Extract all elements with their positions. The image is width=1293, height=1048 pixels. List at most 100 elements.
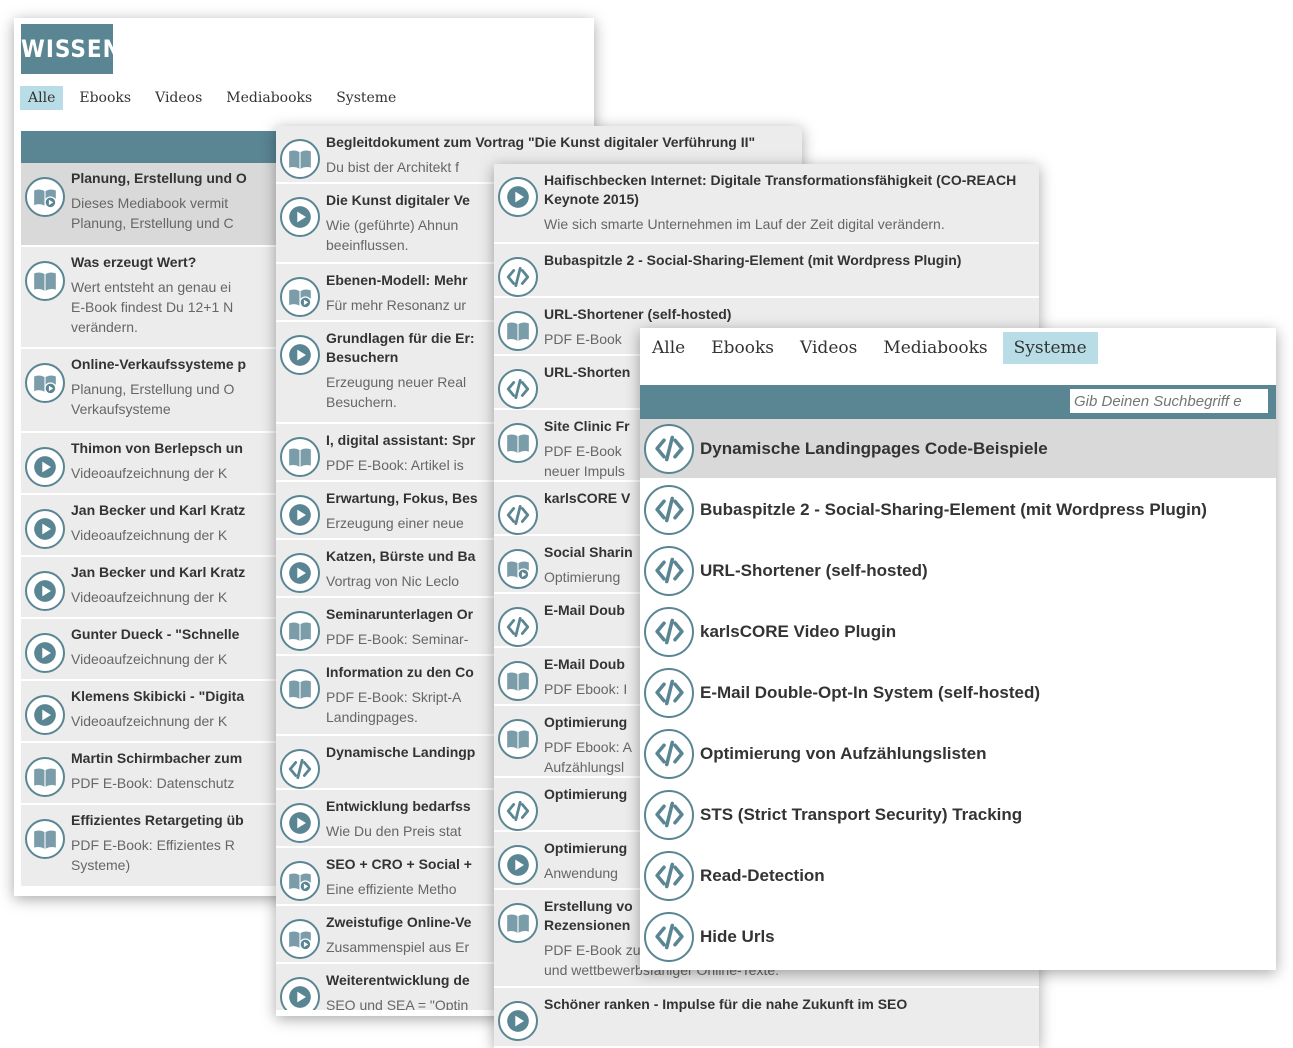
result-list: Dynamische Landingpages Code-Beispiele Bu…	[640, 419, 1276, 968]
item-title: E-Mail Double-Opt-In System (self-hosted…	[700, 683, 1041, 702]
tab-systeme[interactable]: Systeme	[328, 86, 404, 110]
code-icon	[644, 545, 694, 596]
book-icon	[25, 261, 65, 301]
play-icon	[25, 509, 65, 549]
tab-ebooks[interactable]: Ebooks	[71, 86, 139, 110]
list-item[interactable]: Dynamische Landingpages Code-Beispiele	[640, 419, 1276, 480]
tab-mediabooks[interactable]: Mediabooks	[218, 86, 320, 110]
list-item[interactable]: Bubaspitzle 2 - Social-Sharing-Element (…	[494, 244, 1039, 298]
mediabook-icon	[280, 861, 320, 901]
tab-alle[interactable]: Alle	[641, 332, 696, 364]
play-icon	[498, 177, 538, 217]
item-text: Optimierung von Aufzählungslisten	[700, 742, 1276, 765]
list-item[interactable]: E-Mail Double-Opt-In System (self-hosted…	[640, 663, 1276, 724]
book-icon	[25, 819, 65, 859]
mediabook-icon	[280, 919, 320, 959]
play-icon	[25, 447, 65, 487]
book-icon	[280, 139, 320, 179]
item-title: Bubaspitzle 2 - Social-Sharing-Element (…	[700, 500, 1207, 519]
list-item[interactable]: karlsCORE Video Plugin	[640, 602, 1276, 663]
item-title: Schöner ranken - Impulse für die nahe Zu…	[544, 996, 908, 1012]
code-icon	[498, 791, 538, 831]
mediabook-icon	[498, 549, 538, 589]
play-icon	[498, 845, 538, 885]
mediabook-icon	[25, 363, 65, 403]
list-item[interactable]: Bubaspitzle 2 - Social-Sharing-Element (…	[640, 480, 1276, 541]
code-icon	[280, 749, 320, 789]
book-icon	[280, 669, 320, 709]
code-icon	[644, 667, 694, 718]
item-text: karlsCORE Video Plugin	[700, 620, 1276, 643]
tab-alle[interactable]: Alle	[20, 86, 64, 110]
list-item[interactable]: Optimierung von Aufzählungslisten	[640, 724, 1276, 785]
code-icon	[644, 911, 694, 962]
mediabook-icon	[25, 177, 65, 217]
item-text: Hide Urls	[700, 925, 1276, 948]
wissen-logo[interactable]: WISSEN	[21, 24, 121, 74]
item-text: E-Mail Double-Opt-In System (self-hosted…	[700, 681, 1276, 704]
code-icon	[498, 607, 538, 647]
play-icon	[25, 571, 65, 611]
book-icon	[498, 903, 538, 943]
tab-mediabooks[interactable]: Mediabooks	[872, 332, 998, 364]
code-icon	[498, 369, 538, 409]
play-icon	[280, 803, 320, 843]
item-title: Hide Urls	[700, 927, 775, 946]
book-icon	[280, 437, 320, 477]
item-text: Bubaspitzle 2 - Social-Sharing-Element (…	[544, 251, 1039, 270]
tab-systeme[interactable]: Systeme	[1002, 332, 1098, 364]
list-item[interactable]: Read-Detection	[640, 846, 1276, 907]
tab-ebooks[interactable]: Ebooks	[700, 332, 785, 364]
list-item[interactable]: Haifischbecken Internet: Digitale Transf…	[494, 164, 1039, 244]
code-icon	[644, 484, 694, 535]
list-item[interactable]: Hide Urls	[640, 907, 1276, 968]
filter-tabs: Alle Ebooks Videos Mediabooks Systeme	[641, 332, 1102, 364]
item-text: Dynamische Landingpages Code-Beispiele	[700, 437, 1276, 460]
search-bar	[640, 385, 1276, 419]
book-icon	[280, 611, 320, 651]
code-icon	[644, 423, 694, 474]
play-icon	[25, 695, 65, 735]
code-icon	[498, 495, 538, 535]
play-icon	[25, 633, 65, 673]
panel-systeme: AlleEbooksVideosMediabooksSysteme Dynami…	[640, 328, 1276, 970]
search-input[interactable]	[1070, 389, 1268, 413]
item-title: URL-Shortener (self-hosted)	[544, 306, 732, 322]
book-icon	[498, 661, 538, 701]
book-icon	[498, 311, 538, 351]
tab-videos[interactable]: Videos	[789, 332, 868, 364]
list-item[interactable]: STS (Strict Transport Security) Tracking	[640, 785, 1276, 846]
item-title: Begleitdokument zum Vortrag "Die Kunst d…	[326, 134, 756, 150]
play-icon	[280, 495, 320, 535]
item-text: Schöner ranken - Impulse für die nahe Zu…	[544, 995, 1039, 1014]
item-title: Dynamische Landingpages Code-Beispiele	[700, 439, 1048, 458]
item-text: Bubaspitzle 2 - Social-Sharing-Element (…	[700, 498, 1276, 521]
code-icon	[644, 728, 694, 779]
book-icon	[25, 757, 65, 797]
code-icon	[498, 257, 538, 297]
item-title: Optimierung von Aufzählungslisten	[700, 744, 987, 763]
item-description: Wie sich smarte Unternehmen im Lauf der …	[544, 216, 945, 232]
code-icon	[644, 850, 694, 901]
filter-tabs: Alle Ebooks Videos Mediabooks Systeme	[20, 86, 412, 110]
book-icon	[498, 719, 538, 759]
item-text: Read-Detection	[700, 864, 1276, 887]
code-icon	[644, 789, 694, 840]
item-title: karlsCORE Video Plugin	[700, 622, 897, 641]
item-title: Read-Detection	[700, 866, 825, 885]
item-title: URL-Shortener (self-hosted)	[700, 561, 928, 580]
code-icon	[644, 606, 694, 657]
item-title: Haifischbecken Internet: Digitale Transf…	[544, 172, 1017, 207]
play-icon	[280, 335, 320, 375]
mediabook-icon	[280, 277, 320, 317]
tab-videos[interactable]: Videos	[147, 86, 210, 110]
item-text: STS (Strict Transport Security) Tracking	[700, 803, 1276, 826]
torn-edge	[494, 1046, 1038, 1048]
play-icon	[280, 197, 320, 237]
book-icon	[498, 423, 538, 463]
play-icon	[280, 553, 320, 593]
item-text: Haifischbecken Internet: Digitale Transf…	[544, 171, 1039, 234]
list-item[interactable]: URL-Shortener (self-hosted)	[640, 541, 1276, 602]
item-text: URL-Shortener (self-hosted)	[700, 559, 1276, 582]
item-title: STS (Strict Transport Security) Tracking	[700, 805, 1023, 824]
